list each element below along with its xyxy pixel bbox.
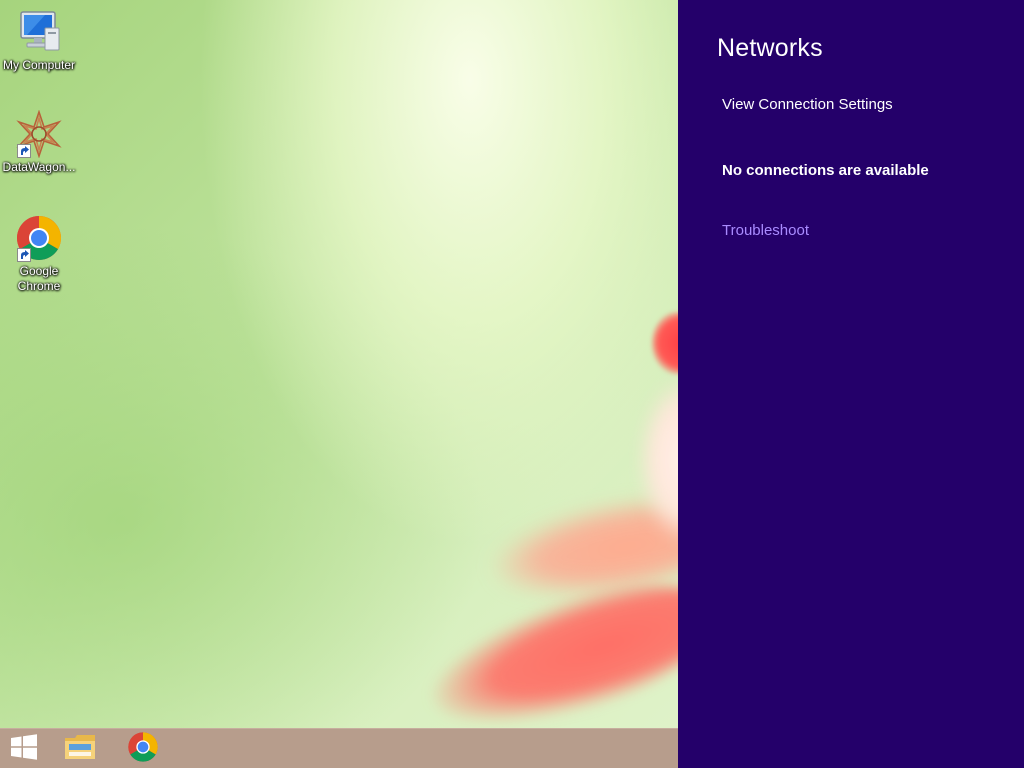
pane-title: Networks (717, 34, 823, 62)
chrome-icon (127, 731, 159, 768)
networks-pane: Networks View Connection Settings No con… (678, 0, 1024, 768)
shortcut-arrow-icon (17, 248, 31, 262)
desktop-icon-label: Google Chrome (17, 264, 61, 293)
taskbar (0, 728, 678, 768)
troubleshoot-link[interactable]: Troubleshoot (722, 222, 809, 239)
taskbar-chrome-button[interactable] (119, 729, 167, 768)
desktop-icon-google-chrome[interactable]: Google Chrome (0, 214, 78, 294)
desktop-icon-datawagon[interactable]: DataWagon... (0, 109, 78, 175)
datawagon-icon (15, 109, 63, 159)
connection-status-text: No connections are available (722, 162, 929, 179)
start-button[interactable] (0, 729, 48, 768)
view-connection-settings-link[interactable]: View Connection Settings (722, 96, 893, 113)
computer-icon (15, 8, 63, 56)
desktop-icon-my-computer[interactable]: My Computer (0, 8, 78, 73)
chrome-icon (15, 214, 63, 262)
shortcut-arrow-icon (17, 144, 31, 158)
windows-start-icon (10, 733, 38, 765)
desktop-icon-label: My Computer (2, 58, 76, 72)
taskbar-file-explorer-button[interactable] (56, 729, 104, 768)
desktop-icon-label: DataWagon... (2, 160, 76, 174)
file-explorer-icon (63, 732, 97, 767)
